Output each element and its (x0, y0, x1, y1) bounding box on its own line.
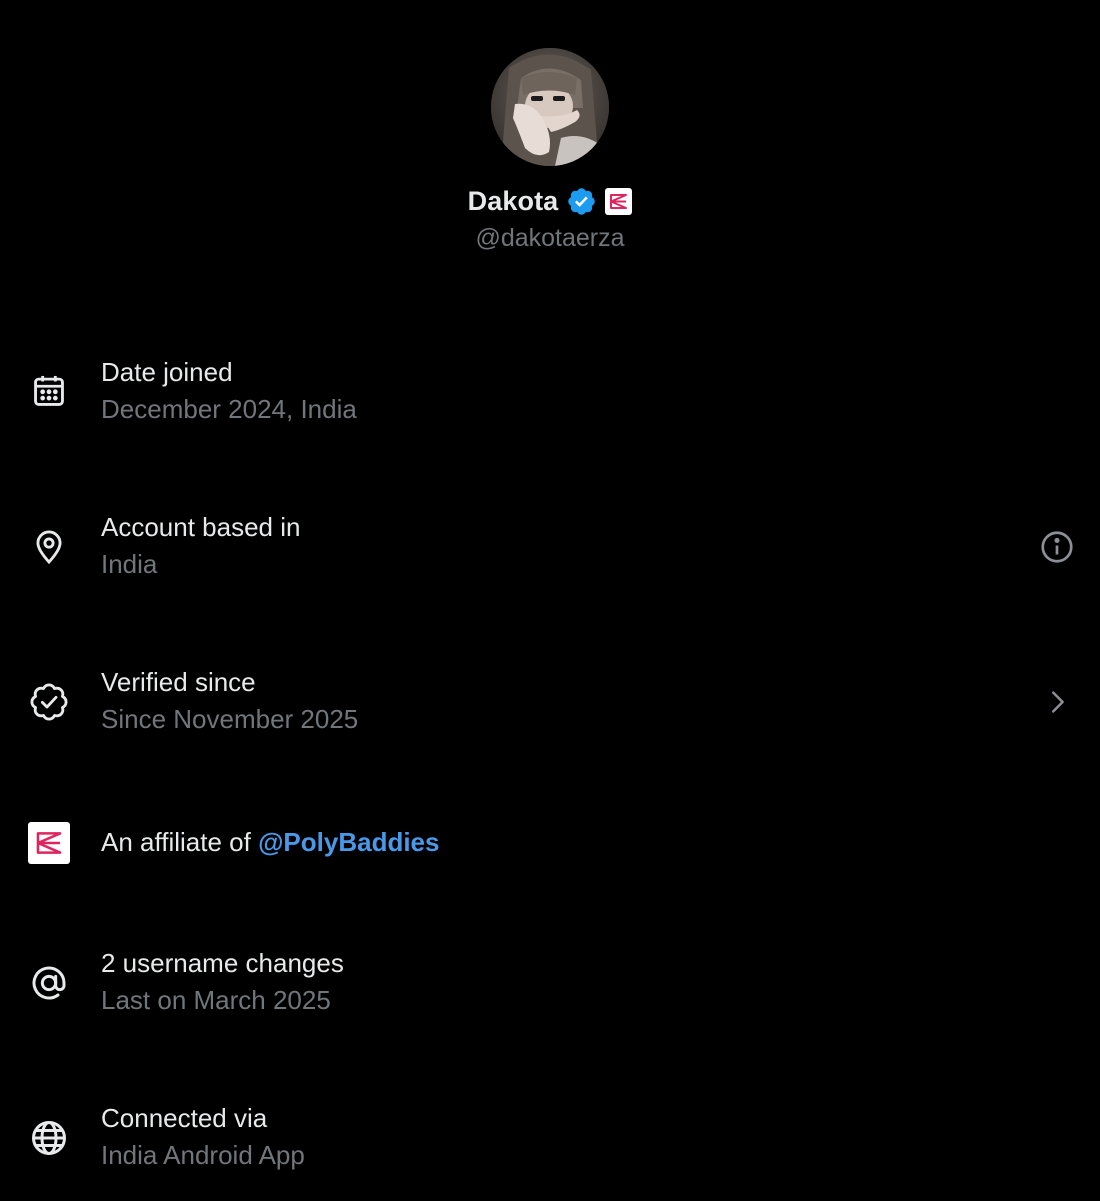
at-sign-icon (26, 960, 72, 1006)
display-name: Dakota (467, 185, 559, 216)
row-subtitle: Since November 2025 (101, 704, 359, 734)
row-subtitle: India Android App (101, 1140, 305, 1170)
info-icon[interactable] (1036, 526, 1078, 568)
verified-badge-icon (566, 186, 597, 217)
affiliate-prefix: An affiliate of (101, 827, 259, 857)
row-subtitle: Last on March 2025 (101, 985, 331, 1015)
affiliate-badge-icon (26, 820, 72, 866)
avatar[interactable] (491, 48, 609, 166)
affiliate-text: An affiliate of @PolyBaddies (101, 825, 439, 859)
affiliate-row: An affiliate of @PolyBaddies (0, 820, 1100, 920)
location-pin-icon (26, 524, 72, 570)
row-title: 2 username changes (101, 948, 344, 978)
name-row: Dakota (0, 182, 1100, 220)
row-subtitle: December 2024, India (101, 394, 357, 424)
avatar-image (491, 48, 609, 166)
connected-via-row: Connected via India Android App (0, 1101, 1100, 1201)
account-based-in-row: Account based in India (0, 510, 1100, 610)
calendar-icon (26, 368, 72, 414)
globe-icon (26, 1115, 72, 1161)
chevron-right-icon[interactable] (1036, 681, 1078, 723)
date-joined-row: Date joined December 2024, India (0, 354, 1100, 454)
row-title: Date joined (101, 357, 233, 387)
row-title: Verified since (101, 667, 256, 697)
profile-handle: @dakotaerza (475, 224, 625, 252)
row-subtitle: India (101, 549, 158, 579)
affiliate-badge-icon[interactable] (605, 187, 633, 215)
row-title: Account based in (101, 512, 301, 542)
affiliate-mention-link[interactable]: @PolyBaddies (258, 827, 439, 857)
row-title: Connected via (101, 1103, 268, 1133)
verified-since-row[interactable]: Verified since Since November 2025 (0, 665, 1100, 765)
verified-outline-icon (26, 679, 72, 725)
username-changes-row: 2 username changes Last on March 2025 (0, 946, 1100, 1046)
